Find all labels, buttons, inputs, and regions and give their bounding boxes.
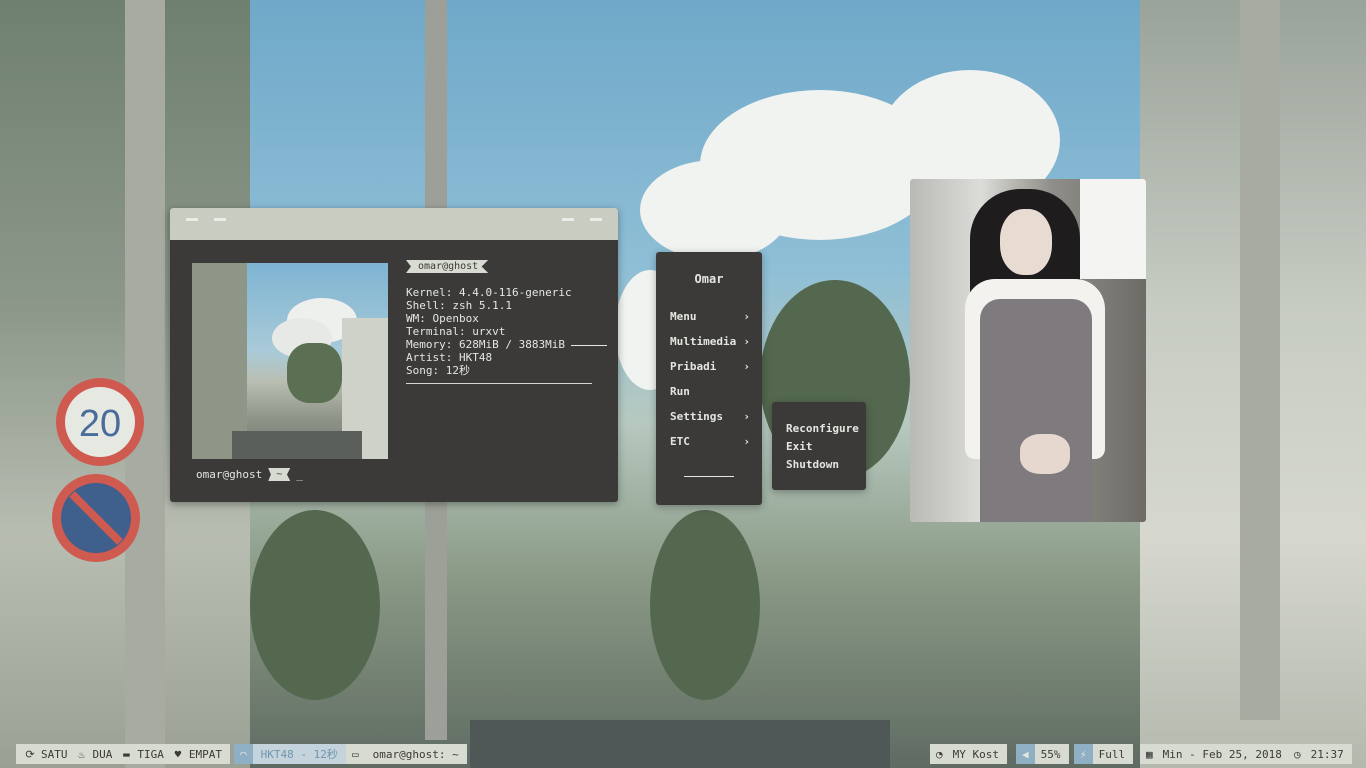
submenu-item-exit[interactable]: Exit (786, 440, 813, 453)
menu-item-run[interactable]: Run (670, 385, 750, 398)
chevron-right-icon: › (743, 410, 750, 423)
wifi-widget[interactable]: ◔ MY Kost (930, 744, 1007, 764)
monitor-icon: ▭ (346, 744, 365, 764)
photo-widget (910, 179, 1146, 522)
fire-icon: ♨ (78, 747, 85, 761)
wallpaper-tree (650, 510, 760, 700)
info-song: Song: 12秒 (406, 364, 470, 377)
chevron-right-icon: › (743, 310, 750, 323)
active-window-title: omar@ghost: ~ (364, 744, 467, 764)
calendar-icon: ▦ (1140, 744, 1159, 764)
svg-text:20: 20 (79, 403, 121, 445)
shell-prompt[interactable]: omar@ghost ~ _ (196, 468, 303, 481)
minimize-button[interactable] (562, 218, 574, 221)
info-shell: Shell: zsh 5.1.1 (406, 299, 512, 312)
plug-icon: ⚡ (1074, 744, 1093, 764)
wallpaper-road (470, 720, 890, 768)
volume-level: 55% (1034, 744, 1069, 764)
workspace-dua[interactable]: ♨ DUA (75, 744, 121, 764)
submenu-item-shutdown[interactable]: Shutdown (786, 458, 839, 471)
heartbeat-icon: ♥ (174, 747, 182, 761)
info-kernel: Kernel: 4.4.0-116-generic (406, 286, 572, 299)
menu-item-menu[interactable]: Menu › (670, 310, 750, 323)
traffic-signs: 20 (52, 378, 144, 562)
music-widget[interactable]: ◠ HKT48 - 12秒 (234, 744, 346, 764)
now-playing: HKT48 - 12秒 (252, 744, 346, 764)
clock-time: 21:37 (1306, 744, 1352, 764)
openbox-menu: Omar Menu › Multimedia › Pribadi › Run Sett… (656, 252, 762, 505)
volume-widget[interactable]: ◀ 55% (1016, 744, 1069, 764)
battery-status: Full (1092, 744, 1134, 764)
wifi-icon: ◔ (930, 744, 949, 764)
info-artist: Artist: HKT48 (406, 351, 493, 364)
neofetch-user-tag: omar@ghost (406, 260, 489, 273)
folder-icon: ▬ (123, 747, 130, 761)
submenu-item-reconfigure[interactable]: Reconfigure (786, 422, 859, 435)
clock-widget[interactable]: ◷ 21:37 (1288, 744, 1352, 764)
info-wm: WM: Openbox (406, 312, 479, 325)
taskbar-left: ⟳ SATU ♨ DUA ▬ TIGA ♥ EMPAT (16, 744, 230, 764)
prompt-user: omar@ghost (196, 468, 263, 481)
workspace-tiga[interactable]: ▬ TIGA (120, 744, 172, 764)
chevron-right-icon: › (743, 360, 750, 373)
menu-item-multimedia[interactable]: Multimedia › (670, 335, 750, 348)
prompt-dir: ~ (268, 468, 291, 481)
wallpaper-cloud (640, 160, 790, 260)
info-terminal: Terminal: urxvt (406, 325, 506, 338)
chevron-right-icon: › (743, 335, 750, 348)
clock-icon: ◷ (1288, 744, 1307, 764)
titlebar-dot (186, 218, 198, 221)
close-button[interactable] (590, 218, 602, 221)
window-title-widget[interactable]: ▭ omar@ghost: ~ (346, 744, 467, 764)
wallpaper-pole (1240, 0, 1280, 720)
info-divider (406, 383, 592, 384)
info-memory: Memory: 628MiB / 3883MiB (406, 338, 607, 351)
battery-widget[interactable]: ⚡ Full (1074, 744, 1134, 764)
system-info: Kernel: 4.4.0-116-generic Shell: zsh 5.1… (406, 286, 607, 377)
workspace-empat[interactable]: ♥ EMPAT (171, 744, 230, 764)
prompt-cursor: _ (296, 468, 303, 481)
terminal-thumbnail-image (192, 263, 388, 459)
menu-item-etc[interactable]: ETC › (670, 435, 750, 448)
date-widget[interactable]: ▦ Min - Feb 25, 2018 (1140, 744, 1290, 764)
volume-icon: ◀ (1016, 744, 1035, 764)
workspace-satu[interactable]: ⟳ SATU (16, 744, 76, 764)
refresh-icon: ⟳ (25, 747, 35, 761)
date-text: Min - Feb 25, 2018 (1158, 744, 1290, 764)
terminal-window[interactable]: omar@ghost Kernel: 4.4.0-116-generic She… (170, 208, 618, 502)
titlebar-dot (214, 218, 226, 221)
menu-title: Omar (694, 272, 724, 286)
menu-item-pribadi[interactable]: Pribadi › (670, 360, 750, 373)
openbox-submenu: Reconfigure Exit Shutdown (772, 402, 866, 490)
menu-separator (684, 476, 734, 477)
menu-item-settings[interactable]: Settings › (670, 410, 750, 423)
wifi-ssid: MY Kost (948, 744, 1007, 764)
chevron-right-icon: › (743, 435, 750, 448)
terminal-titlebar[interactable] (170, 208, 618, 240)
wallpaper-tree (250, 510, 380, 700)
headphones-icon: ◠ (234, 744, 253, 764)
